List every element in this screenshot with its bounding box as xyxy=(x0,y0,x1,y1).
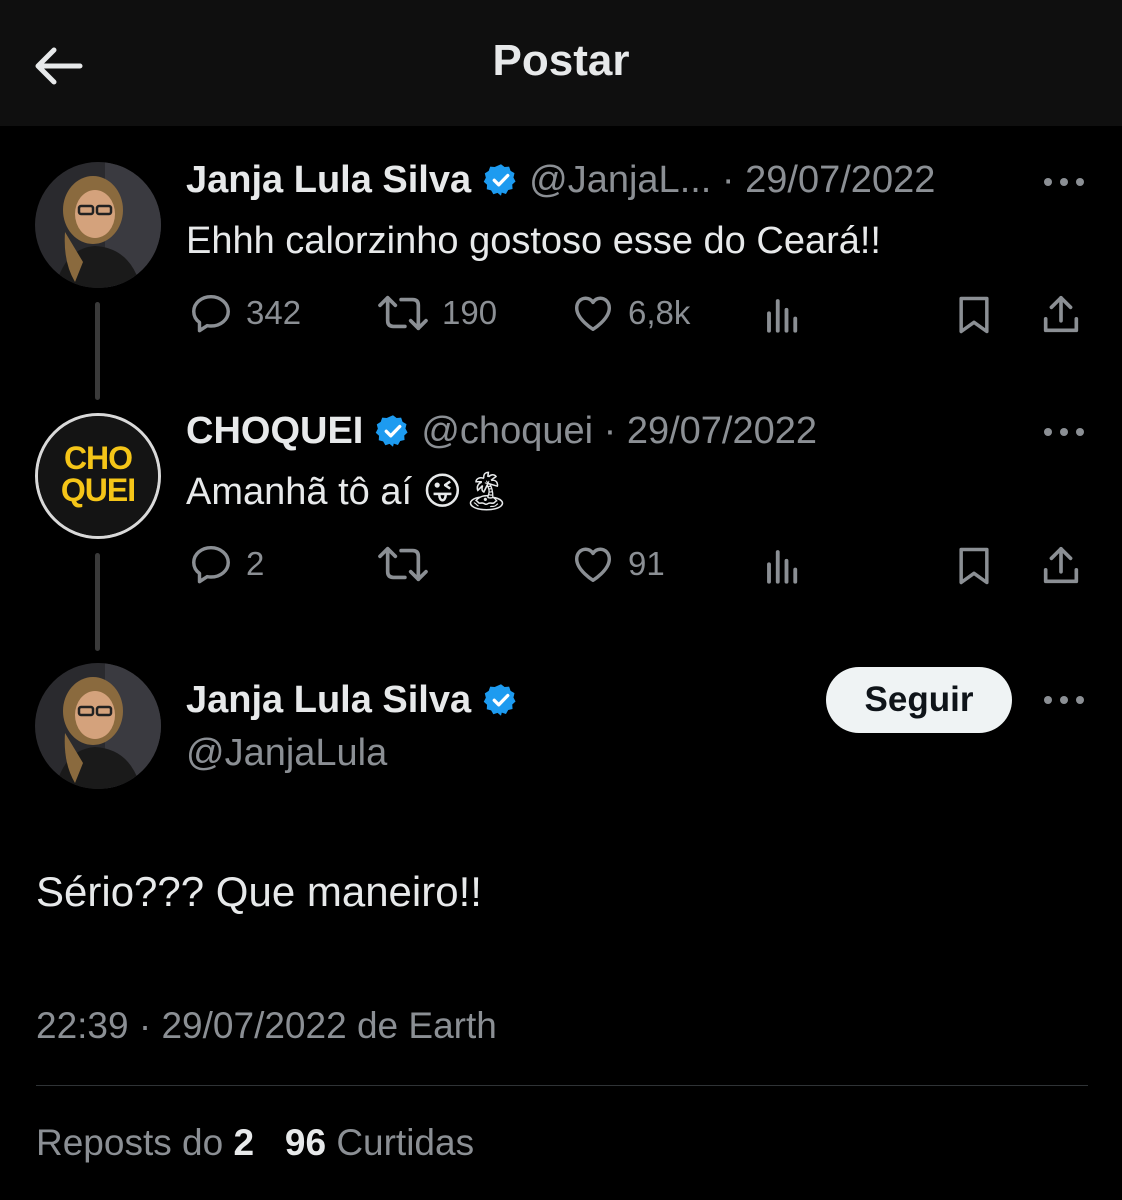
separator-dot: · xyxy=(593,410,627,452)
avatar-logo-text: CHO QUEI xyxy=(38,442,158,506)
views-button[interactable] xyxy=(762,545,804,587)
bookmark-icon xyxy=(959,547,989,585)
author-handle[interactable]: @choquei xyxy=(421,410,593,452)
reply-icon xyxy=(192,545,230,584)
likes-count: 96 xyxy=(284,1122,327,1163)
share-icon xyxy=(1043,295,1079,333)
share-button[interactable] xyxy=(1038,543,1084,589)
tweet-text: Ehhh calorzinho gostoso esse do Ceará!! xyxy=(186,220,881,262)
author-name[interactable]: CHOQUEI xyxy=(186,410,363,452)
views-icon xyxy=(767,550,798,584)
like-count: 91 xyxy=(628,545,665,582)
share-button[interactable] xyxy=(1038,292,1084,338)
share-icon xyxy=(1043,546,1079,584)
top-bar: Postar xyxy=(0,0,1122,126)
more-options-icon[interactable] xyxy=(1040,690,1088,710)
post-stats: Reposts do 2 96 Curtidas xyxy=(36,1122,474,1164)
page-title: Postar xyxy=(492,36,630,85)
repost-button[interactable]: 190 xyxy=(376,290,497,336)
avatar-logo-line2: QUEI xyxy=(60,472,136,508)
author-handle[interactable]: @JanjaLula xyxy=(186,730,387,776)
views-button[interactable] xyxy=(762,294,804,336)
main-author: Janja Lula Silva xyxy=(186,677,529,729)
post-meta: 22:39 · 29/07/2022 de Earth xyxy=(36,1005,497,1047)
reply-icon xyxy=(192,294,230,333)
verified-badge-icon xyxy=(375,413,411,460)
verified-badge-icon xyxy=(483,682,519,729)
avatar-logo-line1: CHO xyxy=(63,440,133,476)
post-text: Sério??? Que maneiro!! xyxy=(36,868,482,915)
likes-stat[interactable]: 96 Curtidas xyxy=(285,1122,474,1163)
tweet-header: CHOQUEI @choquei · 29/07/2022 xyxy=(186,408,817,460)
like-button[interactable]: 91 xyxy=(570,541,665,587)
reply-button[interactable]: 2 xyxy=(188,541,264,587)
avatar-janja[interactable] xyxy=(35,663,161,789)
tweet-emoji: 😜🏝 xyxy=(422,469,511,513)
like-button[interactable]: 6,8k xyxy=(570,290,690,336)
tweet-text: Amanhã tô aí 😜🏝 xyxy=(186,468,510,515)
tweet-date[interactable]: 29/07/2022 xyxy=(627,410,817,452)
reply-count: 2 xyxy=(246,545,265,582)
separator-dot: · xyxy=(711,159,746,201)
bookmark-button[interactable] xyxy=(952,292,996,338)
more-options-icon[interactable] xyxy=(1040,172,1088,192)
more-options-icon[interactable] xyxy=(1040,422,1088,442)
bookmark-button[interactable] xyxy=(952,543,996,589)
reposts-prefix: Reposts do xyxy=(36,1122,224,1163)
author-handle[interactable]: @JanjaL... xyxy=(529,159,711,201)
heart-icon xyxy=(574,547,612,583)
author-name[interactable]: Janja Lula Silva xyxy=(186,679,471,721)
reply-count: 342 xyxy=(246,294,302,331)
separator-dot: · xyxy=(128,1005,162,1046)
follow-button[interactable]: Seguir xyxy=(826,667,1012,733)
author-name[interactable]: Janja Lula Silva xyxy=(186,159,471,201)
tweet-actions: 342 190 6,8k xyxy=(0,290,1122,340)
repost-button[interactable] xyxy=(376,541,430,587)
tweet-text-content: Amanhã tô aí xyxy=(186,471,413,513)
verified-badge-icon xyxy=(483,162,519,209)
repost-icon xyxy=(378,295,428,331)
bookmark-icon xyxy=(959,296,989,334)
post-source: de Earth xyxy=(356,1005,497,1046)
avatar-janja[interactable] xyxy=(35,162,161,288)
post-time[interactable]: 22:39 xyxy=(36,1005,129,1046)
likes-label: Curtidas xyxy=(336,1122,475,1163)
tweet-date[interactable]: 29/07/2022 xyxy=(745,159,935,201)
reposts-count: 2 xyxy=(233,1122,255,1163)
heart-icon xyxy=(574,296,612,332)
like-count: 6,8k xyxy=(628,294,691,331)
reposts-stat[interactable]: Reposts do 2 xyxy=(36,1122,254,1163)
tweet-actions: 2 91 xyxy=(0,541,1122,591)
repost-count: 190 xyxy=(442,294,498,331)
tweet-header: Janja Lula Silva @JanjaL... · 29/07/2022 xyxy=(186,157,935,209)
post-date[interactable]: 29/07/2022 xyxy=(161,1005,346,1046)
divider xyxy=(36,1085,1088,1086)
avatar-choquei[interactable]: CHO QUEI xyxy=(35,413,161,539)
repost-icon xyxy=(378,546,428,582)
reply-button[interactable]: 342 xyxy=(188,290,301,336)
views-icon xyxy=(767,299,798,333)
